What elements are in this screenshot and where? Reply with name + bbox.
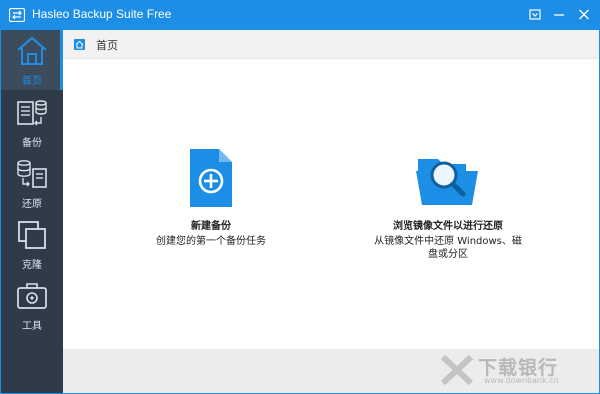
sidebar-item-home[interactable]: 首页: [1, 30, 63, 90]
breadcrumb-label: 首页: [96, 39, 118, 52]
new-backup-description: 创建您的第一个备份任务: [156, 236, 266, 247]
close-button[interactable]: [574, 6, 594, 24]
close-icon: [579, 9, 589, 20]
main-content: 新建备份 创建您的第一个备份任务 浏览镜像文件以进行还原 从镜像文件中还原 Wi…: [63, 59, 599, 349]
sidebar-item-label: 还原: [22, 199, 42, 210]
window-title: Hasleo Backup Suite Free: [32, 7, 172, 21]
new-backup-document-plus-icon: [190, 149, 232, 207]
sidebar-item-label: 工具: [22, 321, 42, 332]
sidebar-item-label: 克隆: [22, 260, 42, 271]
sidebar-item-clone[interactable]: 克隆: [1, 214, 63, 274]
new-backup-title: 新建备份: [191, 221, 231, 232]
folder-search-icon: [416, 159, 478, 205]
title-bar[interactable]: Hasleo Backup Suite Free: [1, 1, 599, 30]
new-backup-action[interactable]: 新建备份 创建您的第一个备份任务: [151, 149, 271, 279]
sidebar: 首页 备份 还原 克隆 工具: [1, 30, 63, 393]
clone-icon: [18, 221, 46, 249]
window-menu-icon: [529, 9, 541, 20]
watermark-logo-icon: [441, 355, 473, 385]
browse-image-title: 浏览镜像文件以进行还原: [393, 221, 503, 232]
browse-image-restore-action[interactable]: 浏览镜像文件以进行还原 从镜像文件中还原 Windows、磁盘或分区: [368, 149, 528, 279]
restore-icon: [17, 160, 47, 188]
minimize-button[interactable]: [549, 6, 569, 24]
minimize-icon: [554, 14, 564, 16]
app-logo-icon: [9, 8, 25, 22]
toolbox-icon: [17, 283, 47, 309]
home-small-icon[interactable]: [74, 39, 85, 50]
sidebar-item-tools[interactable]: 工具: [1, 275, 63, 335]
watermark: 下载银行 www.downbank.cn: [441, 353, 591, 389]
watermark-url: www.downbank.cn: [484, 376, 559, 385]
breadcrumb: 首页: [63, 30, 599, 59]
browse-image-description: 从镜像文件中还原 Windows、磁盘或分区: [374, 236, 522, 260]
home-icon: [17, 36, 47, 65]
sidebar-item-label: 首页: [22, 76, 42, 87]
window-menu-button[interactable]: [525, 6, 545, 24]
app-window: Hasleo Backup Suite Free 首页 备份 还原 克隆 工具 …: [0, 0, 600, 394]
sidebar-item-label: 备份: [22, 138, 42, 149]
sidebar-item-restore[interactable]: 还原: [1, 153, 63, 213]
sidebar-item-backup[interactable]: 备份: [1, 92, 63, 152]
backup-icon: [17, 100, 47, 126]
